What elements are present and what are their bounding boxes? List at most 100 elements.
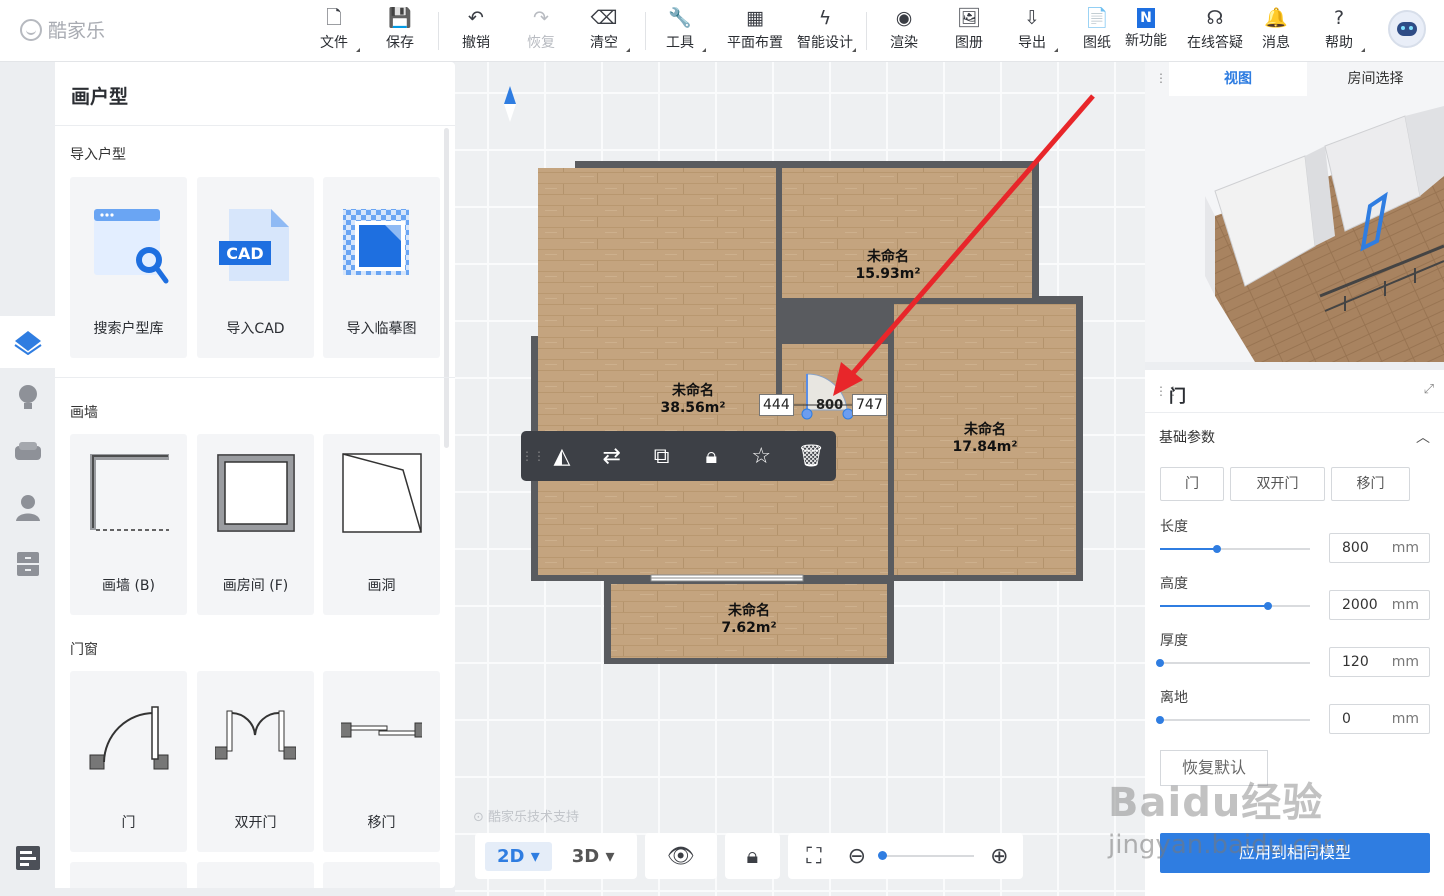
view-2d-button[interactable]: 2D ▾ xyxy=(485,841,552,871)
param-input[interactable]: 2000 mm xyxy=(1329,590,1430,620)
chevron-up-icon[interactable]: ︿ xyxy=(1416,427,1430,447)
layout-button[interactable]: ▦ 平面布置 xyxy=(720,6,790,56)
redo-button[interactable]: ↷ 恢复 xyxy=(511,6,571,56)
zoom-in-icon[interactable]: ⊕ xyxy=(982,844,1022,869)
lock-icon[interactable]: 🔒︎ xyxy=(686,444,736,469)
rail-cabinet-icon[interactable] xyxy=(0,538,55,590)
undo-button[interactable]: ↶ 撤销 xyxy=(446,6,506,56)
export-button[interactable]: ⇩ 导出 xyxy=(1002,6,1062,56)
rail-floorplan-icon[interactable] xyxy=(0,316,55,368)
import-cad-button[interactable]: CAD 导入CAD xyxy=(197,177,314,358)
more-item[interactable] xyxy=(323,862,440,888)
design-canvas[interactable]: 未命名 15.93m² 未命名 38.56m² 未命名 17.84m² 未命名 7.62… xyxy=(455,62,1145,896)
expand-icon[interactable]: ⤢ xyxy=(1424,382,1434,397)
cad-icon: CAD xyxy=(215,205,296,287)
lock-icon[interactable]: 🔒︎ xyxy=(729,844,777,869)
interior-wall xyxy=(782,298,888,304)
zoom-out-icon[interactable]: ⊖ xyxy=(840,844,874,869)
brand-logo[interactable]: 酷家乐 xyxy=(20,16,105,43)
dimension-left[interactable]: 444 xyxy=(759,394,794,416)
sliding-door-button[interactable]: 移门 xyxy=(323,671,440,852)
file-button[interactable]: 🗋 文件 xyxy=(304,6,364,56)
file-icon: 🗋 xyxy=(326,7,342,29)
undo-icon: ↶ xyxy=(468,7,484,29)
room-label[interactable]: 未命名 17.84m² xyxy=(952,422,1017,456)
draw-wall-button[interactable]: 画墙 (B) xyxy=(70,434,187,615)
rail-lightbulb-icon[interactable] xyxy=(0,372,55,424)
param-input[interactable]: 120 mm xyxy=(1329,647,1430,677)
3d-preview[interactable] xyxy=(1145,96,1444,362)
draw-opening-button[interactable]: 画洞 xyxy=(323,434,440,615)
slider-knob[interactable] xyxy=(1156,659,1164,667)
slider-knob[interactable] xyxy=(1156,716,1164,724)
zoom-slider[interactable] xyxy=(878,851,975,860)
help-button[interactable]: ? 帮助 xyxy=(1309,6,1369,56)
param-slider[interactable] xyxy=(1160,545,1310,553)
tools-button[interactable]: 🔧 工具 xyxy=(650,6,710,56)
type-double-door-button[interactable]: 双开门 xyxy=(1230,467,1325,501)
room-area: 15.93m² xyxy=(855,266,921,282)
room-label[interactable]: 未命名 38.56m² xyxy=(660,383,725,417)
room-label[interactable]: 未命名 7.62m² xyxy=(721,603,776,637)
tab-room-selection[interactable]: 房间选择 xyxy=(1307,62,1444,96)
param-input[interactable]: 800 mm xyxy=(1329,533,1430,563)
restore-default-button[interactable]: 恢复默认 xyxy=(1160,750,1268,786)
new-button[interactable]: N 新功能 xyxy=(1111,6,1181,56)
more-item[interactable] xyxy=(197,862,314,888)
support-button[interactable]: ☊ 在线答疑 xyxy=(1180,6,1250,56)
view-3d-button[interactable]: 3D ▾ xyxy=(560,842,627,871)
param-slider[interactable] xyxy=(1160,602,1310,610)
door-icon xyxy=(88,693,169,775)
import-trace-image-button[interactable]: 导入临摹图 xyxy=(323,177,440,358)
rail-person-icon[interactable] xyxy=(0,482,55,534)
smart-button[interactable]: ϟ 智能设计 xyxy=(790,6,860,56)
clear-button[interactable]: ⌫ 清空 xyxy=(574,6,634,56)
toolbar-label: 帮助 xyxy=(1325,35,1353,51)
draw-room-button[interactable]: 画房间 (F) xyxy=(197,434,314,615)
messages-button[interactable]: 🔔 消息 xyxy=(1246,6,1306,56)
favorite-star-icon[interactable]: ☆ xyxy=(736,444,786,469)
param-unit: mm xyxy=(1391,711,1419,727)
panel-scrollbar[interactable] xyxy=(444,128,449,448)
album-button[interactable]: 🖼 图册 xyxy=(939,6,999,56)
toolbar-label: 恢复 xyxy=(527,35,555,51)
rail-settings-icon[interactable] xyxy=(0,832,55,884)
slider-knob[interactable] xyxy=(1213,545,1221,553)
type-sliding-door-button[interactable]: 移门 xyxy=(1331,467,1410,501)
room-label[interactable]: 未命名 15.93m² xyxy=(855,249,920,283)
param-unit: mm xyxy=(1391,654,1419,670)
slider-knob[interactable] xyxy=(1264,602,1272,610)
render-button[interactable]: ◉ 渲染 xyxy=(874,6,934,56)
top-toolbar: 酷家乐 🗋 文件 💾 保存 ↶ 撤销 ↷ 恢复 ⌫ 清空 🔧 工具 ▦ 平面布置 ϟ 智能设计 ◉ 渲染 🖼 图册 ⇩ 导… xyxy=(0,0,1444,62)
dimension-door-width[interactable]: 800 xyxy=(813,396,846,416)
dropdown-caret-icon xyxy=(1054,48,1058,52)
headset-icon: ☊ xyxy=(1206,7,1224,29)
rail-sofa-icon[interactable] xyxy=(0,426,55,478)
eye-icon[interactable]: 👁︎ xyxy=(649,844,713,869)
mirror-icon[interactable]: ◭ xyxy=(537,444,587,469)
save-button[interactable]: 💾 保存 xyxy=(370,6,430,56)
double-door-button[interactable]: 双开门 xyxy=(197,671,314,852)
zoom-slider-knob[interactable] xyxy=(878,851,888,860)
search-floorplan-library-button[interactable]: 搜索户型库 xyxy=(70,177,187,358)
dimension-right[interactable]: 747 xyxy=(852,394,887,416)
param-input[interactable]: 0 mm xyxy=(1329,704,1430,734)
type-door-button[interactable]: 门 xyxy=(1160,467,1224,501)
basic-params-header[interactable]: 基础参数 ︿ xyxy=(1145,412,1444,458)
fit-view-icon[interactable]: ⛶ xyxy=(788,844,839,869)
more-item[interactable] xyxy=(70,862,187,888)
user-avatar[interactable] xyxy=(1388,10,1426,48)
tab-view[interactable]: 视图 xyxy=(1169,62,1307,96)
param-slider[interactable] xyxy=(1156,716,1310,724)
swap-icon[interactable]: ⇄ xyxy=(587,444,637,469)
param-label: 长度 xyxy=(1160,519,1188,535)
delete-icon[interactable]: 🗑︎ xyxy=(786,444,836,469)
drag-handle-icon[interactable]: ⋮⋮ xyxy=(521,449,545,463)
duplicate-icon[interactable]: ⧉ xyxy=(637,444,687,469)
card-label: 双开门 xyxy=(234,815,277,831)
sliding-door-icon xyxy=(336,693,430,775)
param-slider[interactable] xyxy=(1156,659,1310,667)
section-title: 基础参数 xyxy=(1159,430,1215,446)
door-button[interactable]: 门 xyxy=(70,671,187,852)
apply-to-same-models-button[interactable]: 应用到相同模型 xyxy=(1160,833,1430,873)
